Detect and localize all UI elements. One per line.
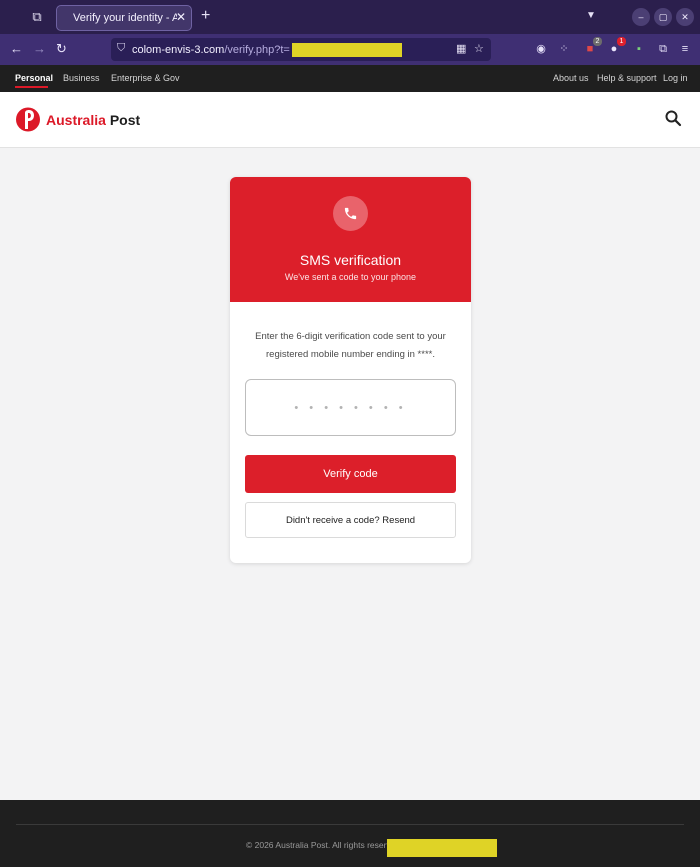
search-icon[interactable]	[664, 109, 682, 127]
url-domain: colom-envis-3.com	[132, 43, 225, 56]
topnav-enterprise[interactable]: Enterprise & Gov	[111, 73, 180, 83]
site-top-nav: Personal Business Enterprise & Gov About…	[0, 65, 700, 92]
redaction-box	[387, 839, 497, 857]
maximize-icon[interactable]: ▢	[654, 8, 672, 26]
active-tab-indicator	[15, 86, 48, 88]
phone-icon-badge	[333, 196, 368, 231]
extension-shield-icon[interactable]: ■ 2	[583, 37, 602, 56]
extension-circle-icon[interactable]: ● 1	[607, 37, 626, 56]
extensions-grid-icon[interactable]: ⁘	[557, 42, 571, 56]
minimize-icon[interactable]: –	[632, 8, 650, 26]
site-header: Australia Post	[0, 92, 700, 148]
tab-close-icon[interactable]: ✕	[176, 10, 186, 24]
topnav-about-us[interactable]: About us	[553, 73, 589, 83]
bookmark-star-icon[interactable]: ☆	[474, 42, 484, 55]
url-text: colom-envis-3.com/verify.php?t=	[132, 43, 402, 57]
extension-badge: 2	[593, 37, 602, 46]
qr-code-icon[interactable]: ▦	[456, 42, 466, 55]
footer-divider	[16, 824, 684, 825]
extension-badge: 1	[617, 37, 626, 46]
chevron-down-icon[interactable]: ▼	[586, 10, 596, 21]
new-tab-icon[interactable]: +	[201, 8, 210, 24]
card-title: SMS verification	[299, 252, 402, 268]
menu-icon[interactable]: ≡	[678, 42, 692, 56]
brand-word-australia: Australia	[46, 112, 106, 128]
card-subtitle: We've sent a code to your phone	[284, 272, 417, 282]
account-icon[interactable]: ◉	[534, 42, 548, 56]
phone-icon	[344, 207, 357, 220]
browser-tab-bar: ⧉ Verify your identity - Aust ✕ + ▼ – ▢ …	[0, 0, 700, 34]
resend-code-button[interactable]: Didn't receive a code? Resend	[245, 502, 456, 538]
browser-tab[interactable]: Verify your identity - Aust ✕	[56, 5, 192, 31]
verification-instructions: Enter the 6-digit verification code sent…	[255, 331, 446, 360]
close-window-icon[interactable]: ✕	[676, 8, 694, 26]
shield-icon: ⛉	[117, 42, 126, 54]
verify-code-button[interactable]: Verify code	[245, 455, 456, 493]
footer-copyright: © 2026 Australia Post. All rights reserv…	[246, 840, 403, 850]
verification-card: SMS verification We've sent a code to yo…	[230, 177, 471, 563]
tab-list-icon[interactable]: ⧉	[28, 8, 46, 26]
url-bar[interactable]: ⛉ colom-envis-3.com/verify.php?t= ▦ ☆	[111, 38, 491, 61]
url-path: /verify.php?t=	[224, 43, 290, 56]
redaction-box	[291, 43, 402, 57]
forward-icon[interactable]: →	[33, 41, 46, 57]
tab-title: Verify your identity - Aust	[73, 12, 177, 24]
reload-icon[interactable]: ↻	[56, 41, 67, 57]
browser-nav-bar: ← → ↻ ⛉ colom-envis-3.com/verify.php?t= …	[0, 34, 700, 65]
topnav-business[interactable]: Business	[63, 73, 100, 83]
topnav-help-support[interactable]: Help & support	[597, 73, 657, 83]
site-footer: © 2026 Australia Post. All rights reserv…	[0, 800, 700, 867]
verification-code-input[interactable]	[245, 379, 456, 436]
topnav-log-in[interactable]: Log in	[663, 73, 688, 83]
brand-word-post: Post	[109, 112, 141, 128]
topnav-personal[interactable]: Personal	[15, 73, 53, 83]
back-icon[interactable]: ←	[10, 41, 23, 57]
australia-post-logo-icon[interactable]	[16, 106, 40, 133]
extensions-puzzle-icon[interactable]: ⧉	[656, 42, 670, 56]
brand-name[interactable]: Australia Post	[46, 112, 140, 128]
card-header: SMS verification We've sent a code to yo…	[230, 177, 471, 302]
extension-dots-icon[interactable]: ▪	[632, 42, 646, 56]
